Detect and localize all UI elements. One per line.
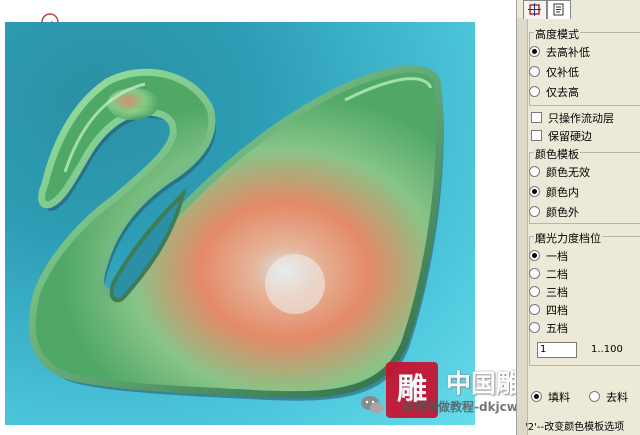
radio-label: 颜色内 [546,186,579,199]
wechat-icon [361,396,384,414]
radio-height-0[interactable]: 去高补低 [529,44,590,60]
radio-color-0[interactable]: 颜色无效 [529,164,590,180]
color-template-title: 颜色模板 [534,146,580,162]
radio-indicator[interactable] [529,66,540,77]
checkbox-indicator[interactable] [531,130,542,141]
document-icon [553,3,564,16]
radio-label: 仅补低 [546,66,579,79]
radio-label: 填料 [548,391,570,404]
radio-label: 去高补低 [546,46,590,59]
radio-color-2[interactable]: 颜色外 [529,204,579,220]
tab-properties[interactable] [547,0,571,19]
tab-tool[interactable] [523,0,547,19]
radio-label: 五档 [546,322,568,335]
tool-options-panel: 高度模式 去高补低 仅补低 仅去高 只操作流动层 保留硬边 颜色模板 颜色无效 … [516,0,640,435]
radio-remove[interactable]: 去料 [589,389,628,405]
radio-color-1[interactable]: 颜色内 [529,184,579,200]
radio-label: 仅去高 [546,86,579,99]
radio-label: 去料 [606,391,628,404]
radio-indicator[interactable] [529,268,540,279]
radio-indicator[interactable] [529,206,540,217]
polish-level-title: 磨光力度档位 [534,230,602,246]
polish-value-input[interactable]: 1 [537,342,577,358]
radio-indicator[interactable] [529,166,540,177]
radio-indicator[interactable] [529,250,540,261]
radio-label: 四档 [546,304,568,317]
checkbox-label: 保留硬边 [548,130,592,143]
watermark-subtitle: 雕刻制做教程-dkjcw [402,400,518,414]
radio-label: 一档 [546,250,568,263]
radio-label: 三档 [546,286,568,299]
radio-polish-4[interactable]: 五档 [529,320,568,336]
radio-polish-1[interactable]: 二档 [529,266,568,282]
3d-viewport[interactable]: 雕 中国雕刻教程网 雕刻制做教程-dkjcw [0,0,621,435]
hint-text: '2'--改变颜色模板选项 [525,422,625,433]
checkbox-indicator[interactable] [531,112,542,123]
checkbox-flow-layer[interactable]: 只操作流动层 [531,110,614,126]
crosshair-frame-icon [528,3,541,16]
radio-indicator[interactable] [529,286,540,297]
radio-height-1[interactable]: 仅补低 [529,64,579,80]
radio-indicator[interactable] [529,46,540,57]
radio-indicator[interactable] [529,322,540,333]
radio-polish-0[interactable]: 一档 [529,248,568,264]
checkbox-label: 只操作流动层 [548,112,614,125]
radio-fill[interactable]: 填料 [531,389,570,405]
radio-label: 二档 [546,268,568,281]
radio-label: 颜色外 [546,206,579,219]
radio-indicator[interactable] [529,86,540,97]
radio-polish-2[interactable]: 三档 [529,284,568,300]
panel-scrollbar[interactable] [517,18,528,435]
radio-height-2[interactable]: 仅去高 [529,84,579,100]
checkbox-keep-hard-edge[interactable]: 保留硬边 [531,128,592,144]
polish-value-range: 1..100 [591,344,623,355]
radio-indicator[interactable] [529,304,540,315]
height-mode-title: 高度模式 [534,26,580,42]
radio-indicator[interactable] [589,391,600,402]
radio-indicator[interactable] [529,186,540,197]
radio-label: 颜色无效 [546,166,590,179]
radio-polish-3[interactable]: 四档 [529,302,568,318]
radio-indicator[interactable] [531,391,542,402]
